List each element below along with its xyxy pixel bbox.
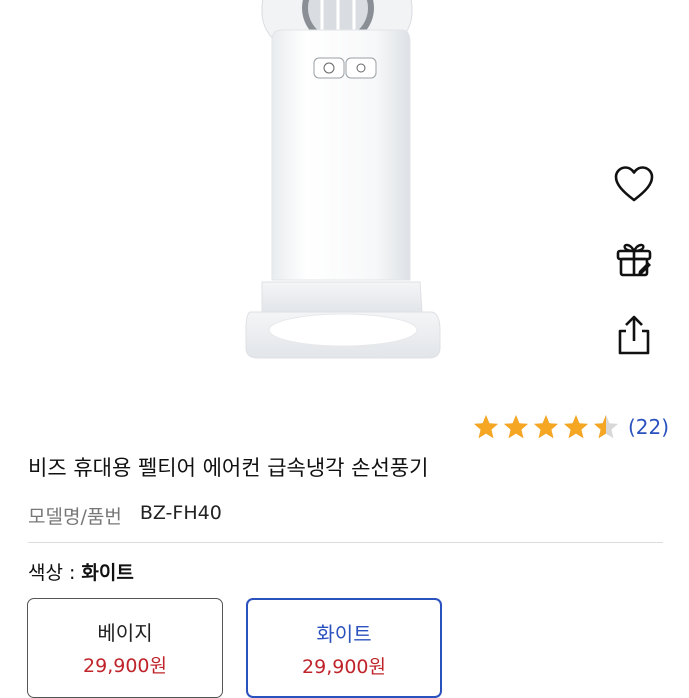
star-icon: [563, 415, 588, 439]
option-name: 화이트: [316, 622, 372, 646]
wishlist-button[interactable]: [604, 160, 664, 210]
star-icon: [473, 415, 498, 439]
product-image: [0, 0, 689, 390]
product-title: 비즈 휴대용 펠티어 에어컨 급속냉각 손선풍기: [28, 456, 429, 480]
selected-color: 화이트: [81, 562, 134, 584]
option-name: 베이지: [97, 621, 153, 645]
color-label: 색상: [28, 562, 63, 584]
rating-stars: [472, 413, 620, 441]
option-price: 29,900원: [83, 655, 167, 677]
color-separator: :: [68, 562, 76, 584]
divider: [28, 542, 663, 543]
model-value: BZ-FH40: [139, 502, 222, 524]
model-label: 모델명/품번: [28, 506, 122, 528]
option-card-white[interactable]: 화이트 29,900원: [246, 598, 442, 698]
option-card-beige[interactable]: 베이지 29,900원: [27, 598, 223, 698]
color-selection-label: 색상: 화이트: [28, 558, 134, 585]
star-icon: [533, 415, 558, 439]
review-count[interactable]: (22): [628, 415, 669, 439]
model-row: 모델명/품번 BZ-FH40: [28, 502, 222, 529]
gift-button[interactable]: [604, 234, 664, 284]
gift-icon: [616, 243, 652, 277]
share-icon: [618, 315, 650, 355]
handheld-fan-illustration: [245, 0, 441, 359]
star-icon: [503, 415, 528, 439]
rating-row[interactable]: (22): [472, 412, 669, 442]
share-button[interactable]: [604, 310, 664, 360]
star-icon: [593, 415, 618, 439]
option-price: 29,900원: [302, 656, 386, 678]
heart-icon: [614, 166, 654, 202]
